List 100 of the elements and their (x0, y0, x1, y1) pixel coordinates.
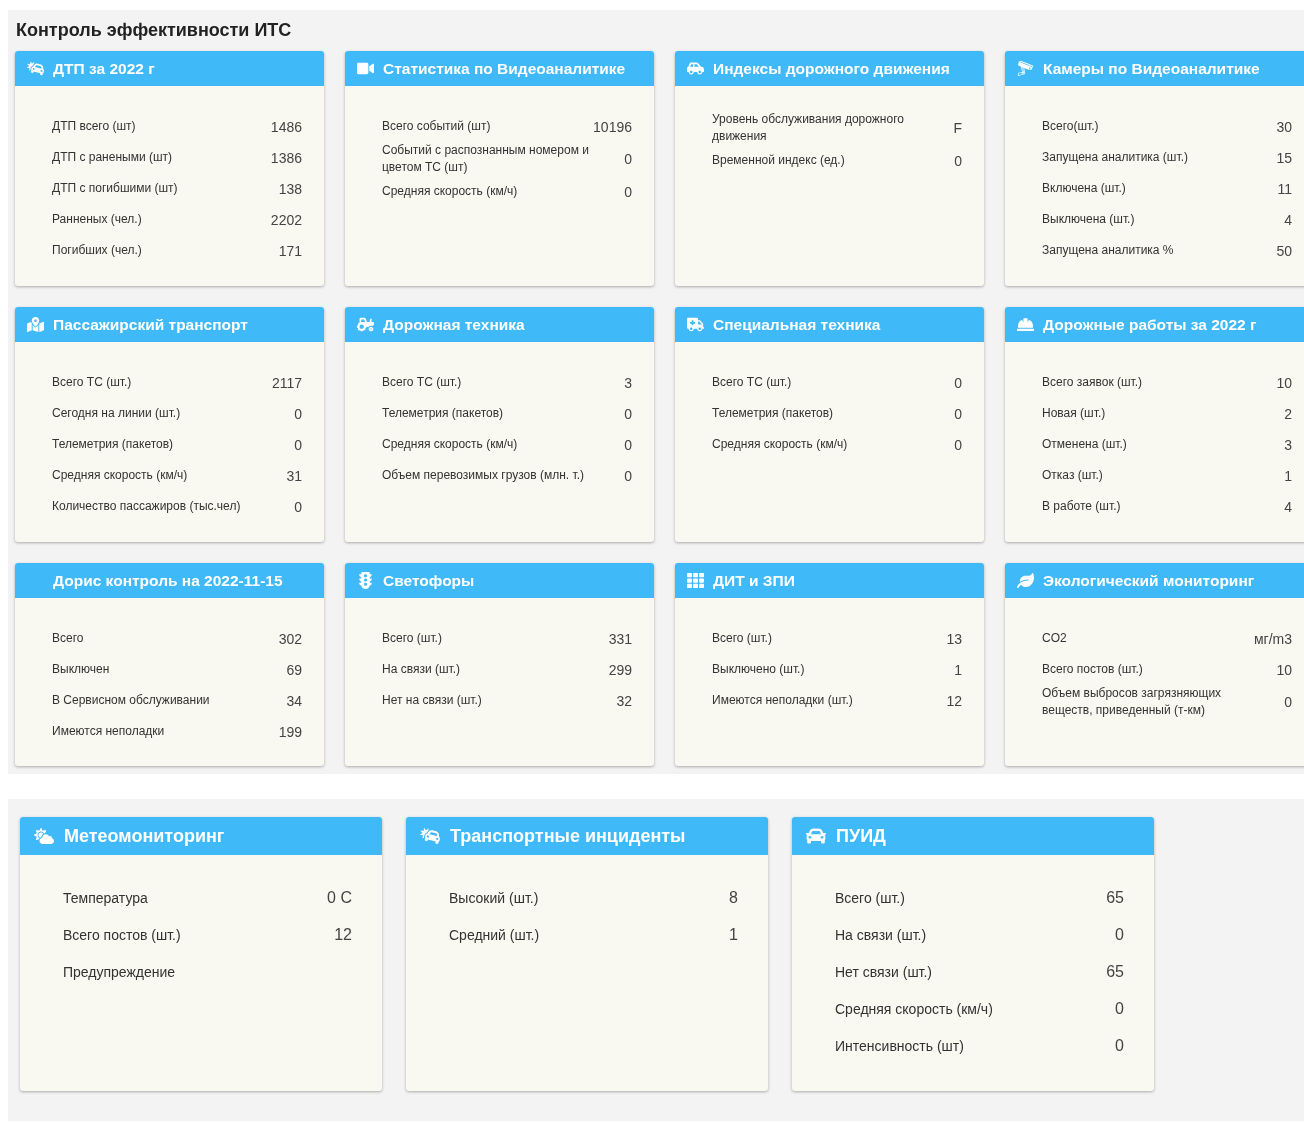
metric-label: Нет на связи (шт.) (382, 692, 482, 709)
metric-label: Всего (52, 630, 84, 647)
grid-icon (686, 572, 704, 589)
card-title: Экологический мониторинг (1043, 571, 1255, 590)
metric-label: Нет связи (шт.) (835, 962, 933, 981)
metric-label: Всего(шт.) (1042, 118, 1099, 135)
metric-label: Отменена (шт.) (1042, 436, 1127, 453)
car-icon (686, 60, 704, 77)
metric-value: 0 (624, 436, 632, 453)
metric-value: 0 (624, 151, 632, 167)
metric-label: Средняя скорость (км/ч) (835, 999, 993, 1018)
metric-value: 0 (294, 405, 302, 422)
metric-value: 138 (278, 180, 302, 197)
metric-value: 331 (608, 630, 632, 647)
metric-value: 0 (1115, 999, 1124, 1018)
metric-label: Всего заявок (шт.) (1042, 374, 1143, 391)
metric-value: 0 (954, 405, 962, 422)
card-title: Светофоры (383, 571, 475, 590)
metric-label: Всего ТС (шт.) (382, 374, 462, 391)
card-title: Пассажирский транспорт (53, 315, 248, 334)
metric-label: Выключено (шт.) (712, 661, 805, 678)
metric-label: Интенсивность (шт) (835, 1036, 964, 1055)
page-title: Контроль эффективности ИТС (16, 20, 293, 41)
card-title: ДТП за 2022 г (53, 59, 155, 78)
metric-label: Всего событий (шт) (382, 118, 491, 135)
ambulance-icon (686, 316, 704, 333)
card-title: Дорис контроль на 2022-11-15 (53, 571, 283, 590)
metric-label: Средняя скорость (км/ч) (52, 467, 188, 484)
metric-value: 10 (1276, 661, 1292, 678)
metric-value: 4 (1284, 498, 1292, 515)
metric-label: Телеметрия (пакетов) (382, 405, 504, 422)
metric-value: 302 (278, 630, 302, 647)
metric-value: 12 (946, 692, 962, 709)
metric-label: Всего (шт.) (712, 630, 772, 647)
metric-value: 2202 (270, 211, 302, 228)
metric-value: 34 (286, 692, 302, 709)
card-title: Камеры по Видеоаналитике (1043, 59, 1260, 78)
metric-value: 10196 (593, 118, 632, 135)
metric-label: Телеметрия (пакетов) (712, 405, 834, 422)
metric-label: Уровень обслуживания дорожного движения (712, 111, 905, 145)
metric-value: 0 (294, 498, 302, 515)
security-camera-icon (1016, 60, 1034, 77)
car-crash-icon (26, 60, 44, 77)
metric-value: 11 (1277, 180, 1292, 197)
car-icon (806, 826, 826, 846)
metric-label: Всего ТС (шт.) (712, 374, 792, 391)
metric-label: Объем выбросов загрязняющих веществ, приведенный (т-км) (1042, 685, 1223, 719)
metric-value: 65 (1106, 888, 1124, 907)
card-title: ПУИД (836, 825, 886, 847)
tractor-icon (356, 316, 374, 333)
card-title: Статистика по Видеоаналитике (383, 59, 626, 78)
card-title: Индексы дорожного движения (713, 59, 950, 78)
metric-value: 3 (624, 374, 632, 391)
metric-value: 15 (1276, 149, 1292, 166)
card-title: Дорожные работы за 2022 г (1043, 315, 1257, 334)
metric-value: 10 (1276, 374, 1292, 391)
metric-value: 0 (1115, 925, 1124, 944)
card-title: ДИТ и ЗПИ (713, 571, 795, 590)
hard-hat-icon (1016, 316, 1034, 333)
metric-value: 299 (608, 661, 632, 678)
metric-label: Включена (шт.) (1042, 180, 1126, 197)
metric-label: CO2 (1042, 630, 1067, 647)
metric-value: 12 (334, 925, 352, 944)
metric-value: 2 (1284, 405, 1292, 422)
metric-label: Всего (шт.) (382, 630, 442, 647)
metric-value: 30 (1276, 118, 1292, 135)
metric-value: 50 (1276, 242, 1292, 259)
metric-value: 0 (624, 467, 632, 484)
metric-value: 69 (286, 661, 302, 678)
metric-label: Температура (63, 888, 148, 907)
metric-label: Объем перевозимых грузов (млн. т.) (382, 467, 584, 484)
metric-value: 1 (954, 661, 962, 678)
metric-label: Предупреждение (63, 962, 176, 981)
metric-label: В работе (шт.) (1042, 498, 1121, 515)
metric-label: Запущена аналитика % (1042, 242, 1174, 259)
metric-value: 0 (954, 152, 962, 169)
metric-label: Временной индекс (ед.) (712, 152, 845, 169)
metric-value: 0 (624, 405, 632, 422)
metric-label: Сегодня на линии (шт.) (52, 405, 181, 422)
metric-value: 4 (1284, 211, 1292, 228)
metric-label: Средняя скорость (км/ч) (712, 436, 848, 453)
metric-value: 1486 (270, 118, 302, 135)
metric-label: Имеются неполадки (52, 723, 165, 740)
metric-label: ДТП всего (шт) (52, 118, 136, 135)
metric-value: 31 (286, 467, 302, 484)
metric-label: Запущена аналитика (шт.) (1042, 149, 1188, 166)
map-icon (26, 316, 44, 333)
metric-label: Количество пассажиров (тыс.чел) (52, 498, 241, 515)
metric-value: 1 (1284, 467, 1292, 484)
card-title: Дорожная техника (383, 315, 525, 334)
metric-label: Выключен (52, 661, 110, 678)
metric-value: 13 (946, 630, 962, 647)
video-camera-icon (356, 60, 374, 77)
metric-value: 0 (954, 436, 962, 453)
card-title: Специальная техника (713, 315, 881, 334)
metric-value: 65 (1106, 962, 1124, 981)
card-title: Метеомониторинг (64, 825, 225, 847)
metric-label: ДТП с ранеными (шт) (52, 149, 173, 166)
metric-label: Средняя скорость (км/ч) (382, 436, 518, 453)
metric-label: Погибших (чел.) (52, 242, 142, 259)
